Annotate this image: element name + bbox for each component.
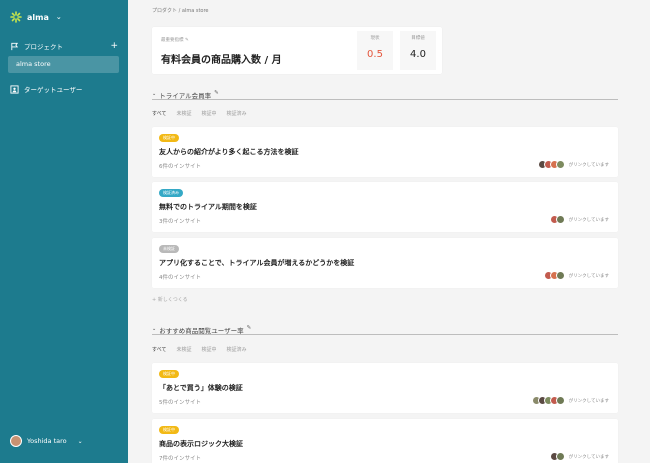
linked-label: がリンクしています bbox=[568, 162, 609, 168]
filter-tabs: すべて 未検証 検証中 検証済み bbox=[152, 110, 247, 117]
filter-tab-unverified[interactable]: 未検証 bbox=[176, 346, 191, 353]
alma-logo-icon bbox=[10, 11, 22, 23]
user-menu[interactable]: Yoshida taro ⌄ bbox=[10, 435, 83, 447]
kpi-goal-value: 4.0 bbox=[410, 49, 426, 60]
section-header-trial[interactable]: ⌄ トライアル会員率 ✎ bbox=[152, 90, 618, 100]
kpi-goal-box: 目標値 4.0 bbox=[400, 31, 436, 70]
kpi-label: 最重要指標 ✎ bbox=[161, 38, 189, 43]
kpi-card: 最重要指標 ✎ 有料会員の商品購入数 / 月 現状 0.5 目標値 4.0 bbox=[152, 27, 442, 74]
card-insights: 6件のインサイト bbox=[159, 164, 201, 170]
avatar bbox=[555, 160, 565, 169]
status-badge: 未検証 bbox=[159, 245, 179, 253]
avatar bbox=[10, 435, 22, 447]
filter-tab-all[interactable]: すべて bbox=[152, 346, 166, 353]
avatar-stack bbox=[543, 271, 565, 280]
chevron-down-icon: ⌄ bbox=[152, 326, 157, 332]
linked-label: がリンクしています bbox=[568, 217, 609, 223]
status-badge: 検証中 bbox=[159, 134, 179, 142]
chevron-down-icon: ⌄ bbox=[152, 91, 157, 97]
avatar-stack bbox=[549, 452, 565, 461]
avatar bbox=[555, 396, 565, 405]
card-insights: 5件のインサイト bbox=[159, 400, 201, 406]
add-project-icon[interactable]: + bbox=[110, 41, 118, 51]
section-title: トライアル会員率 bbox=[159, 92, 212, 100]
edit-pencil-icon[interactable]: ✎ bbox=[214, 90, 219, 96]
card-title: アプリ化することで、トライアル会員が増えるかどうかを検証 bbox=[159, 259, 355, 267]
section-header-recommend[interactable]: ⌄ おすすめ商品閲覧ユーザー率 ✎ bbox=[152, 325, 618, 335]
linked-label: がリンクしています bbox=[568, 398, 609, 404]
flag-icon bbox=[11, 42, 19, 50]
avatar-stack bbox=[549, 215, 565, 224]
filter-tab-in-progress[interactable]: 検証中 bbox=[201, 346, 216, 353]
edit-pencil-icon[interactable]: ✎ bbox=[185, 38, 189, 43]
kpi-title: 有料会員の商品購入数 / 月 bbox=[161, 55, 282, 66]
status-badge: 検証中 bbox=[159, 370, 179, 378]
kpi-current-value: 0.5 bbox=[367, 49, 383, 60]
filter-tab-verified[interactable]: 検証済み bbox=[226, 110, 246, 117]
filter-tab-in-progress[interactable]: 検証中 bbox=[201, 110, 216, 117]
brand-name: alma bbox=[27, 12, 49, 22]
avatar-stack bbox=[531, 396, 565, 405]
user-card-icon bbox=[10, 84, 19, 94]
brand-menu[interactable]: alma ⌄ bbox=[10, 11, 62, 23]
projects-label: プロジェクト bbox=[24, 43, 63, 51]
chevron-down-icon: ⌄ bbox=[55, 13, 62, 21]
linked-users: がリンクしています bbox=[537, 160, 609, 169]
target-users-label: ターゲットユーザー bbox=[24, 86, 83, 94]
card-title: 友人からの紹介がより多く起こる方法を検証 bbox=[159, 148, 299, 156]
filter-tab-verified[interactable]: 検証済み bbox=[226, 346, 246, 353]
filter-tab-all[interactable]: すべて bbox=[152, 110, 166, 117]
hypothesis-card[interactable]: 検証済み 無料でのトライアル期間を検証 3件のインサイト がリンクしています bbox=[152, 182, 618, 232]
kpi-current-label: 現状 bbox=[370, 36, 380, 41]
section-title: おすすめ商品閲覧ユーザー率 bbox=[159, 327, 244, 335]
sidebar: alma ⌄ プロジェクト + alma store ターゲットユーザー Yos… bbox=[0, 0, 128, 463]
breadcrumb[interactable]: プロダクト / alma store bbox=[152, 7, 209, 14]
user-name: Yoshida taro bbox=[27, 437, 67, 445]
kpi-goal-label: 目標値 bbox=[411, 36, 425, 41]
linked-users: がリンクしています bbox=[543, 271, 609, 280]
hypothesis-card[interactable]: 検証中 「あとで買う」体験の検証 5件のインサイト がリンクしています bbox=[152, 363, 618, 413]
status-badge: 検証済み bbox=[159, 189, 183, 197]
card-title: 商品の表示ロジック大検証 bbox=[159, 440, 243, 448]
avatar bbox=[555, 271, 565, 280]
avatar bbox=[555, 215, 565, 224]
card-title: 「あとで買う」体験の検証 bbox=[159, 384, 243, 392]
card-insights: 7件のインサイト bbox=[159, 456, 201, 462]
linked-users: がリンクしています bbox=[531, 396, 609, 405]
linked-label: がリンクしています bbox=[568, 454, 609, 460]
hypothesis-card[interactable]: 検証中 商品の表示ロジック大検証 7件のインサイト がリンクしています bbox=[152, 419, 618, 463]
sidebar-item-target-users[interactable]: ターゲットユーザー bbox=[10, 84, 82, 94]
create-new-link[interactable]: + 新しくつくる bbox=[152, 296, 188, 303]
hypothesis-card[interactable]: 検証中 友人からの紹介がより多く起こる方法を検証 6件のインサイト がリンクして… bbox=[152, 127, 618, 177]
kpi-current-box: 現状 0.5 bbox=[357, 31, 393, 70]
edit-pencil-icon[interactable]: ✎ bbox=[247, 325, 252, 331]
avatar-stack bbox=[537, 160, 565, 169]
linked-users: がリンクしています bbox=[549, 452, 609, 461]
chevron-down-icon: ⌄ bbox=[77, 437, 83, 445]
linked-users: がリンクしています bbox=[549, 215, 609, 224]
sidebar-item-alma-store[interactable]: alma store bbox=[8, 56, 119, 73]
status-badge: 検証中 bbox=[159, 426, 179, 434]
projects-header: プロジェクト + bbox=[10, 40, 118, 52]
card-insights: 3件のインサイト bbox=[159, 219, 201, 225]
linked-label: がリンクしています bbox=[568, 273, 609, 279]
filter-tab-unverified[interactable]: 未検証 bbox=[176, 110, 191, 117]
filter-tabs: すべて 未検証 検証中 検証済み bbox=[152, 346, 247, 353]
avatar bbox=[555, 452, 565, 461]
card-title: 無料でのトライアル期間を検証 bbox=[159, 203, 257, 211]
hypothesis-card[interactable]: 未検証 アプリ化することで、トライアル会員が増えるかどうかを検証 4件のインサイ… bbox=[152, 238, 618, 288]
card-insights: 4件のインサイト bbox=[159, 275, 201, 281]
